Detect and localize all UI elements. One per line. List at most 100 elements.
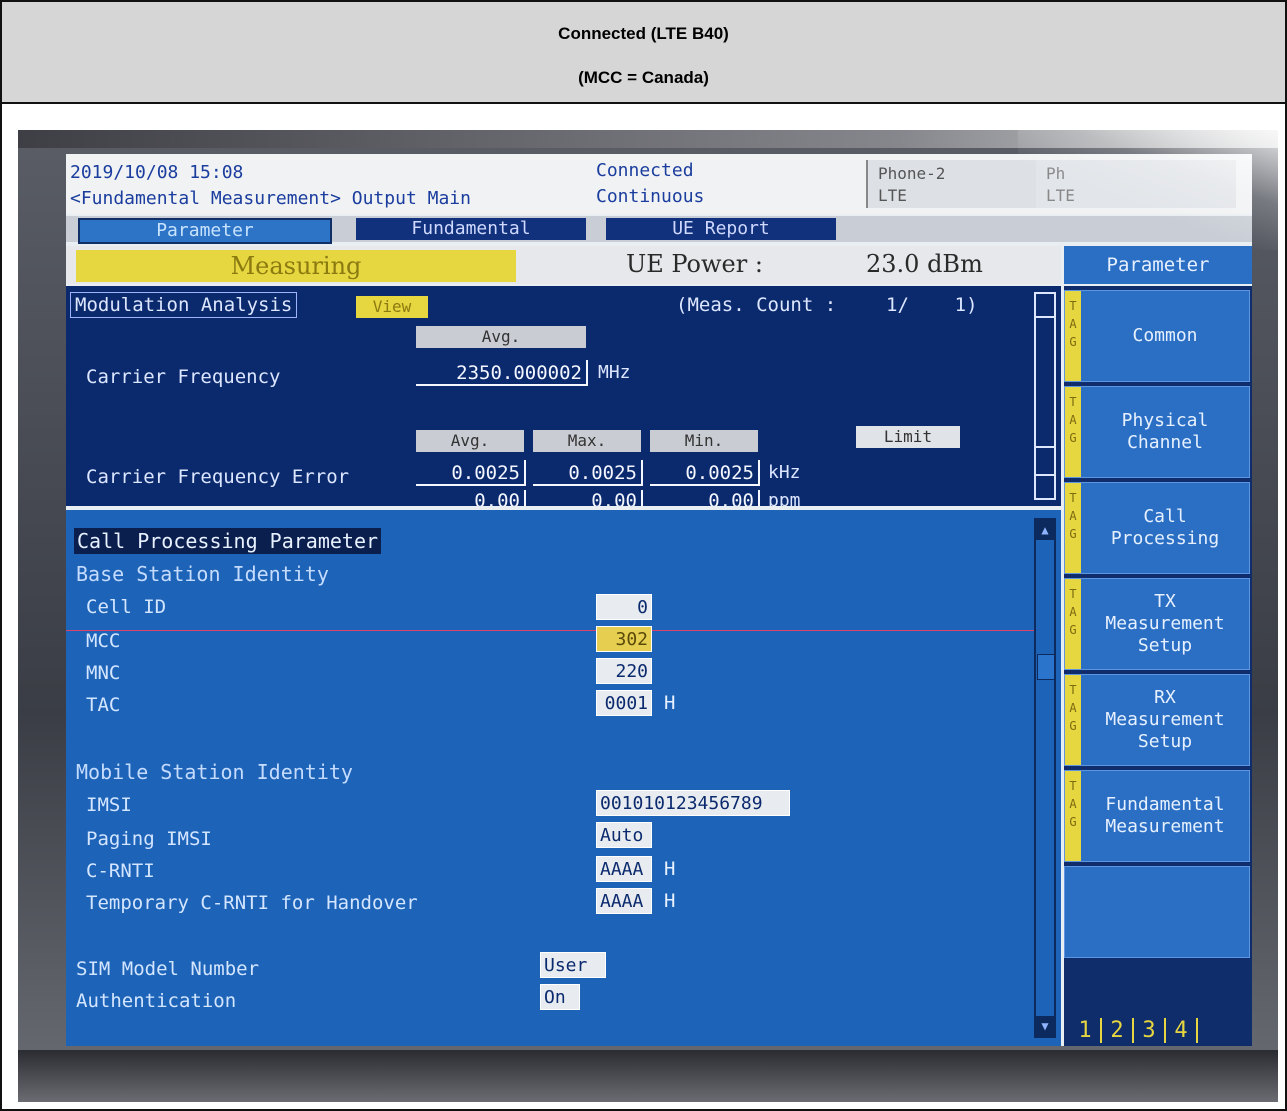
temp-crnti-field[interactable]: AAAA [596,888,652,914]
menu-call-processing[interactable]: T A G Call Processing [1064,482,1250,574]
menu-label: Call Processing [1110,506,1220,549]
menu-page-3[interactable]: 3 [1134,1018,1166,1043]
menu-tx-measurement-setup[interactable]: T A G TX Measurement Setup [1064,578,1250,670]
carrier-frequency-label: Carrier Frequency [86,366,281,388]
tag-icon: T A G [1065,579,1081,669]
ppm-min-value: 0.00 [650,490,760,506]
phone-3-tab[interactable]: Ph LTE [1036,160,1236,208]
paging-imsi-label: Paging IMSI [86,828,212,850]
menu-page-1[interactable]: 1 [1070,1018,1102,1043]
mcc-field[interactable]: 302 [596,626,652,652]
mcc-label: MCC [86,630,121,652]
crnti-label: C-RNTI [86,860,155,882]
upper-scroll-up[interactable] [1036,294,1054,318]
menu-label: RX Measurement Setup [1105,687,1225,752]
bs-identity-heading: Base Station Identity [76,562,329,586]
tag-icon: T A G [1065,771,1081,861]
screen-header: 2019/10/08 15:08 <Fundamental Measuremen… [66,154,1252,214]
cfe-avg-header: Avg. [416,430,524,452]
measuring-indicator: Measuring [76,250,516,282]
cell-id-field[interactable]: 0 [596,594,652,620]
mnc-field[interactable]: 220 [596,658,652,684]
lower-scrollbar[interactable]: ▲ ▼ [1034,518,1056,1038]
authentication-label: Authentication [76,990,237,1012]
phone-3-tech: LTE [1046,186,1075,205]
caption-banner: Connected (LTE B40) (MCC = Canada) [2,2,1285,104]
caption-subtitle: (MCC = Canada) [578,68,709,87]
view-button[interactable]: View [356,296,428,318]
tac-label: TAC [86,694,121,716]
sim-model-label: SIM Model Number [76,958,260,980]
tab-ue-report[interactable]: UE Report [606,218,836,240]
tag-icon: T A G [1065,387,1081,477]
phone-2-tech: LTE [878,186,907,205]
tab-parameter[interactable]: Parameter [78,218,332,244]
instrument-photo: 2019/10/08 15:08 <Fundamental Measuremen… [18,130,1278,1102]
call-processing-heading: Call Processing Parameter [74,528,382,554]
upper-scroll-thumb[interactable] [1036,326,1054,448]
tab-fundamental[interactable]: Fundamental [356,218,586,240]
authentication-field[interactable]: On [540,984,580,1010]
meas-count-value: 1/ 1) [886,294,978,316]
ms-identity-heading: Mobile Station Identity [76,760,353,784]
upper-scrollbar[interactable] [1034,292,1056,500]
menu-page-2[interactable]: 2 [1102,1018,1134,1043]
menu-header: Parameter [1064,246,1252,284]
menu-page-4[interactable]: 4 [1166,1018,1198,1043]
phone-2-tab[interactable]: Phone-2 LTE [866,160,1038,208]
cfe-max-value: 0.0025 [533,460,643,486]
ppm-avg-value: 0.00 [416,490,526,506]
phone-3-name: Ph [1046,164,1066,183]
limit-button[interactable]: Limit [856,426,960,448]
cfe-max-header: Max. [533,430,641,452]
imsi-field[interactable]: 001010123456789 [596,790,790,816]
tab-bar: Parameter Fundamental UE Report [66,216,1252,244]
measure-mode: Continuous [596,186,705,207]
menu-common[interactable]: T A G Common [1064,290,1250,382]
cfe-unit: kHz [768,462,801,483]
menu-fundamental-measurement[interactable]: T A G Fundamental Measurement [1064,770,1250,862]
scroll-down-arrow-icon[interactable]: ▼ [1036,1016,1054,1036]
temp-crnti-label: Temporary C-RNTI for Handover [86,892,418,914]
cell-id-label: Cell ID [86,596,167,618]
upper-scroll-down[interactable] [1036,474,1054,498]
cfe-min-value: 0.0025 [650,460,760,486]
tag-icon: T A G [1065,675,1081,765]
tac-field[interactable]: 0001 [596,690,652,716]
bezel-top [18,130,1278,148]
carrier-frequency-unit: MHz [598,362,631,383]
caption-title: Connected (LTE B40) [558,24,729,43]
phone-2-name: Phone-2 [878,164,946,183]
avg-header: Avg. [416,326,586,348]
menu-label: Physical Channel [1121,410,1209,453]
tac-hex-unit: H [664,692,676,714]
measure-status-row: Measuring UE Power : 23.0 dBm [66,246,1061,284]
modulation-analysis-panel: Modulation Analysis View (Meas. Count : … [66,286,1061,506]
carrier-frequency-error-label: Carrier Frequency Error [86,466,350,488]
instrument-screen: 2019/10/08 15:08 <Fundamental Measuremen… [66,154,1252,1046]
menu-label [1083,867,1247,957]
tag-icon: T A G [1065,291,1081,381]
menu-physical-channel[interactable]: T A G Physical Channel [1064,386,1250,478]
screen-artifact-line [66,630,1034,631]
mnc-label: MNC [86,662,121,684]
menu-label: TX Measurement Setup [1105,591,1225,656]
crnti-field[interactable]: AAAA [596,856,652,882]
menu-empty-slot[interactable] [1064,866,1250,958]
menu-page-selector: 1234 [1070,1018,1198,1043]
tag-icon: T A G [1065,483,1081,573]
meas-count-label: (Meas. Count : [676,294,837,316]
call-processing-panel: Call Processing Parameter Base Station I… [66,510,1061,1046]
scroll-up-arrow-icon[interactable]: ▲ [1036,520,1054,540]
connection-status: Connected [596,160,694,181]
cfe-min-header: Min. [650,430,758,452]
paging-imsi-field[interactable]: Auto [596,822,652,848]
figure-frame: Connected (LTE B40) (MCC = Canada) 2019/… [0,0,1287,1111]
ppm-unit: ppm [768,490,801,506]
lower-scroll-thumb[interactable] [1037,654,1055,680]
cfe-avg-value: 0.0025 [416,460,526,486]
menu-rx-measurement-setup[interactable]: T A G RX Measurement Setup [1064,674,1250,766]
breadcrumb: <Fundamental Measurement> Output Main [70,188,471,209]
sim-model-field[interactable]: User [540,952,606,978]
carrier-frequency-value: 2350.000002 [416,360,588,386]
